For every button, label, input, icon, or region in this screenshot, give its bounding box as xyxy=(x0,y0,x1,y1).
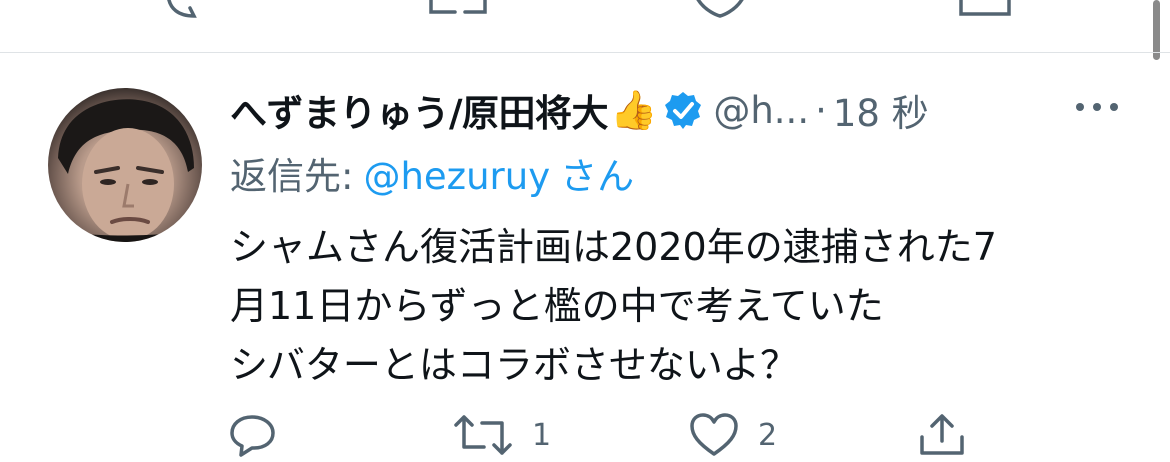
scrollbar-thumb[interactable] xyxy=(1153,0,1160,60)
avatar[interactable] xyxy=(48,88,202,242)
reply-label: 返信先: xyxy=(230,155,354,198)
tweet-text-line: シバターとはコラボさせないよ？ xyxy=(230,343,799,387)
tweet-header: へずまりゅう/原田将大 👍 @h... · 18 秒 xyxy=(230,84,929,136)
reply-button[interactable] xyxy=(228,410,296,460)
heart-icon xyxy=(690,413,738,456)
reply-mention-link[interactable]: @hezuruy xyxy=(363,155,550,198)
tweet-divider xyxy=(0,52,1170,53)
tweet-text-line: シャムさん復活計画は2020年の逮捕された7 xyxy=(230,225,997,269)
tweet-text: シャムさん復活計画は2020年の逮捕された7 月11日からずっと檻の中で考えてい… xyxy=(230,218,1130,395)
previous-like-icon[interactable] xyxy=(690,0,750,26)
separator-dot: · xyxy=(815,88,827,132)
timestamp[interactable]: 18 秒 xyxy=(833,83,929,137)
avatar-photo xyxy=(48,99,202,242)
retweet-button[interactable]: 1 xyxy=(452,410,551,460)
retweet-arrows-icon xyxy=(454,415,512,455)
verified-badge-icon xyxy=(665,92,702,129)
share-upload-icon xyxy=(920,414,964,455)
previous-retweet-icon[interactable] xyxy=(425,0,495,26)
speech-bubble-icon xyxy=(230,415,275,457)
share-button[interactable] xyxy=(916,410,968,460)
like-count: 2 xyxy=(758,417,778,453)
thumbs-up-emoji: 👍 xyxy=(610,88,658,132)
user-handle[interactable]: @h... xyxy=(713,89,809,132)
tweet-text-line: 月11日からずっと檻の中で考えていた xyxy=(230,284,884,328)
like-button[interactable]: 2 xyxy=(688,410,777,460)
more-options-icon[interactable] xyxy=(1072,92,1122,122)
replying-to: 返信先: @hezuruy さん xyxy=(230,146,634,200)
retweet-count: 1 xyxy=(532,417,552,453)
display-name[interactable]: へずまりゅう/原田将大 xyxy=(230,83,609,137)
previous-tweet-actions xyxy=(0,0,1170,52)
previous-reply-icon[interactable] xyxy=(160,0,210,26)
reply-suffix: さん xyxy=(560,155,635,198)
previous-share-icon[interactable] xyxy=(955,0,1015,26)
